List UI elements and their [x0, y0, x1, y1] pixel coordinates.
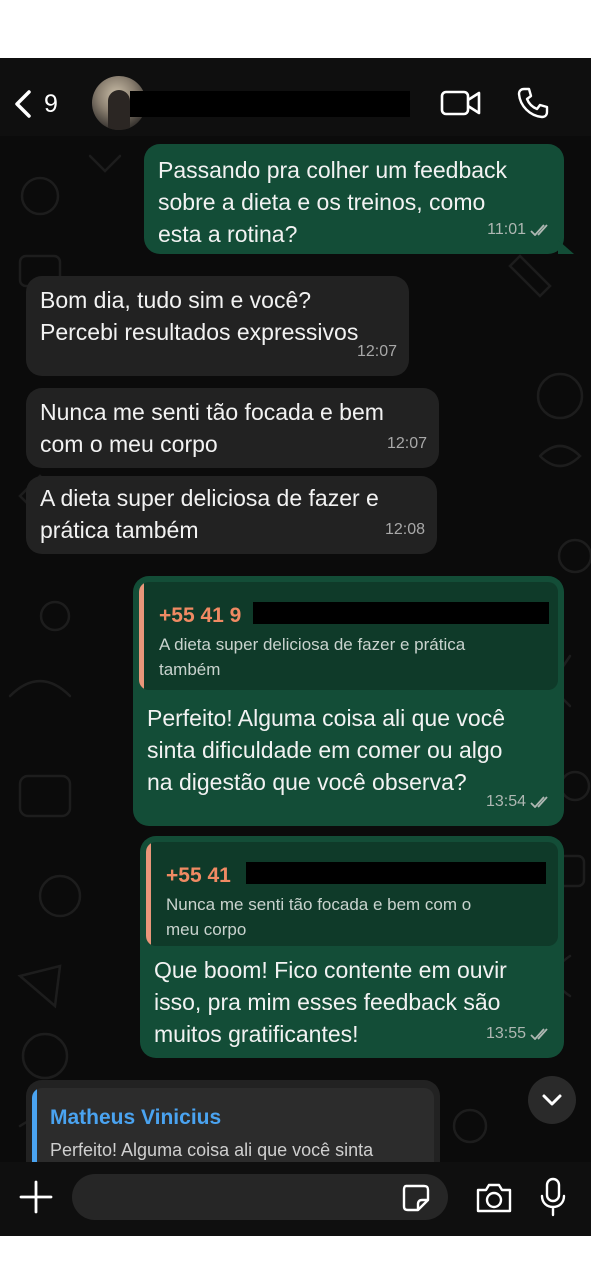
message-meta: 12:07 — [357, 336, 397, 368]
quote-text: Nunca me senti tão focada e bem com o me… — [166, 895, 472, 939]
chat-header: 9 — [0, 58, 591, 136]
quote-author-redaction — [253, 602, 549, 624]
phone-call-icon[interactable] — [516, 86, 550, 120]
unread-count: 9 — [44, 89, 58, 118]
quote-text: A dieta super deliciosa de fazer e práti… — [159, 635, 466, 679]
phone-screen: 9 Passando pra colher um feedback sobre … — [0, 58, 591, 1236]
quote-author: +55 41 9 — [159, 604, 242, 627]
microphone-icon[interactable] — [538, 1176, 568, 1218]
quote-author-redaction — [246, 862, 546, 884]
message-incoming[interactable]: Bom dia, tudo sim e você? Percebi result… — [26, 276, 409, 376]
message-text: A dieta super deliciosa de fazer e práti… — [40, 485, 379, 543]
message-text: Bom dia, tudo sim e você? Percebi result… — [40, 287, 359, 345]
message-composer — [0, 1162, 591, 1236]
message-time: 11:01 — [487, 221, 526, 238]
message-incoming[interactable]: A dieta super deliciosa de fazer e práti… — [26, 476, 437, 554]
chevron-left-icon — [15, 90, 31, 118]
message-time: 12:07 — [386, 435, 427, 452]
double-check-icon — [530, 796, 548, 808]
message-time: 13:55 — [485, 1025, 526, 1042]
plus-icon[interactable] — [18, 1179, 54, 1215]
message-incoming-reply[interactable]: Matheus Vinicius Perfeito! Alguma coisa … — [26, 1080, 440, 1162]
message-meta: 12:08 — [385, 514, 425, 546]
double-check-icon — [530, 1028, 548, 1040]
message-meta: 13:55 — [486, 1018, 552, 1050]
back-button[interactable]: 9 — [12, 84, 58, 124]
scroll-to-bottom-button[interactable] — [528, 1076, 576, 1124]
message-meta: 11:01 — [487, 214, 552, 246]
quote-author: Matheus Vinicius — [50, 1106, 222, 1129]
message-outgoing-reply[interactable]: +55 41 9 A dieta super deliciosa de faze… — [133, 576, 564, 826]
quoted-message[interactable]: Matheus Vinicius Perfeito! Alguma coisa … — [32, 1088, 434, 1162]
quote-author: +55 41 — [166, 864, 231, 887]
message-list[interactable]: Passando pra colher um feedback sobre a … — [0, 136, 591, 1162]
message-meta: 13:54 — [486, 786, 552, 818]
quoted-message[interactable]: +55 41 9 A dieta super deliciosa de faze… — [139, 582, 558, 690]
quote-accent-bar — [139, 582, 144, 690]
message-time: 13:54 — [485, 793, 526, 810]
message-input[interactable] — [72, 1174, 448, 1220]
quote-text: Perfeito! Alguma coisa ali que você sint… — [50, 1140, 374, 1160]
chevron-down-icon — [542, 1094, 562, 1106]
avatar-photo — [108, 90, 130, 130]
message-time: 12:07 — [356, 343, 397, 360]
quote-accent-bar — [146, 842, 151, 946]
message-outgoing-reply[interactable]: +55 41 Nunca me senti tão focada e bem c… — [140, 836, 564, 1058]
bubble-tail — [558, 240, 574, 254]
message-incoming[interactable]: Nunca me senti tão focada e bem com o me… — [26, 388, 439, 468]
quoted-message[interactable]: +55 41 Nunca me senti tão focada e bem c… — [146, 842, 558, 946]
quote-accent-bar — [32, 1088, 37, 1162]
double-check-icon — [530, 224, 548, 236]
sticker-icon[interactable] — [400, 1182, 432, 1214]
video-call-icon[interactable] — [440, 88, 482, 118]
message-text: Nunca me senti tão focada e bem com o me… — [40, 399, 384, 457]
message-text: Perfeito! Alguma coisa ali que você sint… — [147, 705, 505, 795]
contact-name-redaction[interactable] — [130, 91, 410, 117]
camera-icon[interactable] — [474, 1180, 514, 1216]
message-outgoing[interactable]: Passando pra colher um feedback sobre a … — [144, 144, 564, 254]
message-meta: 12:07 — [387, 428, 427, 460]
message-time: 12:08 — [384, 521, 425, 538]
message-text: Que boom! Fico contente em ouvir isso, p… — [154, 957, 507, 1047]
